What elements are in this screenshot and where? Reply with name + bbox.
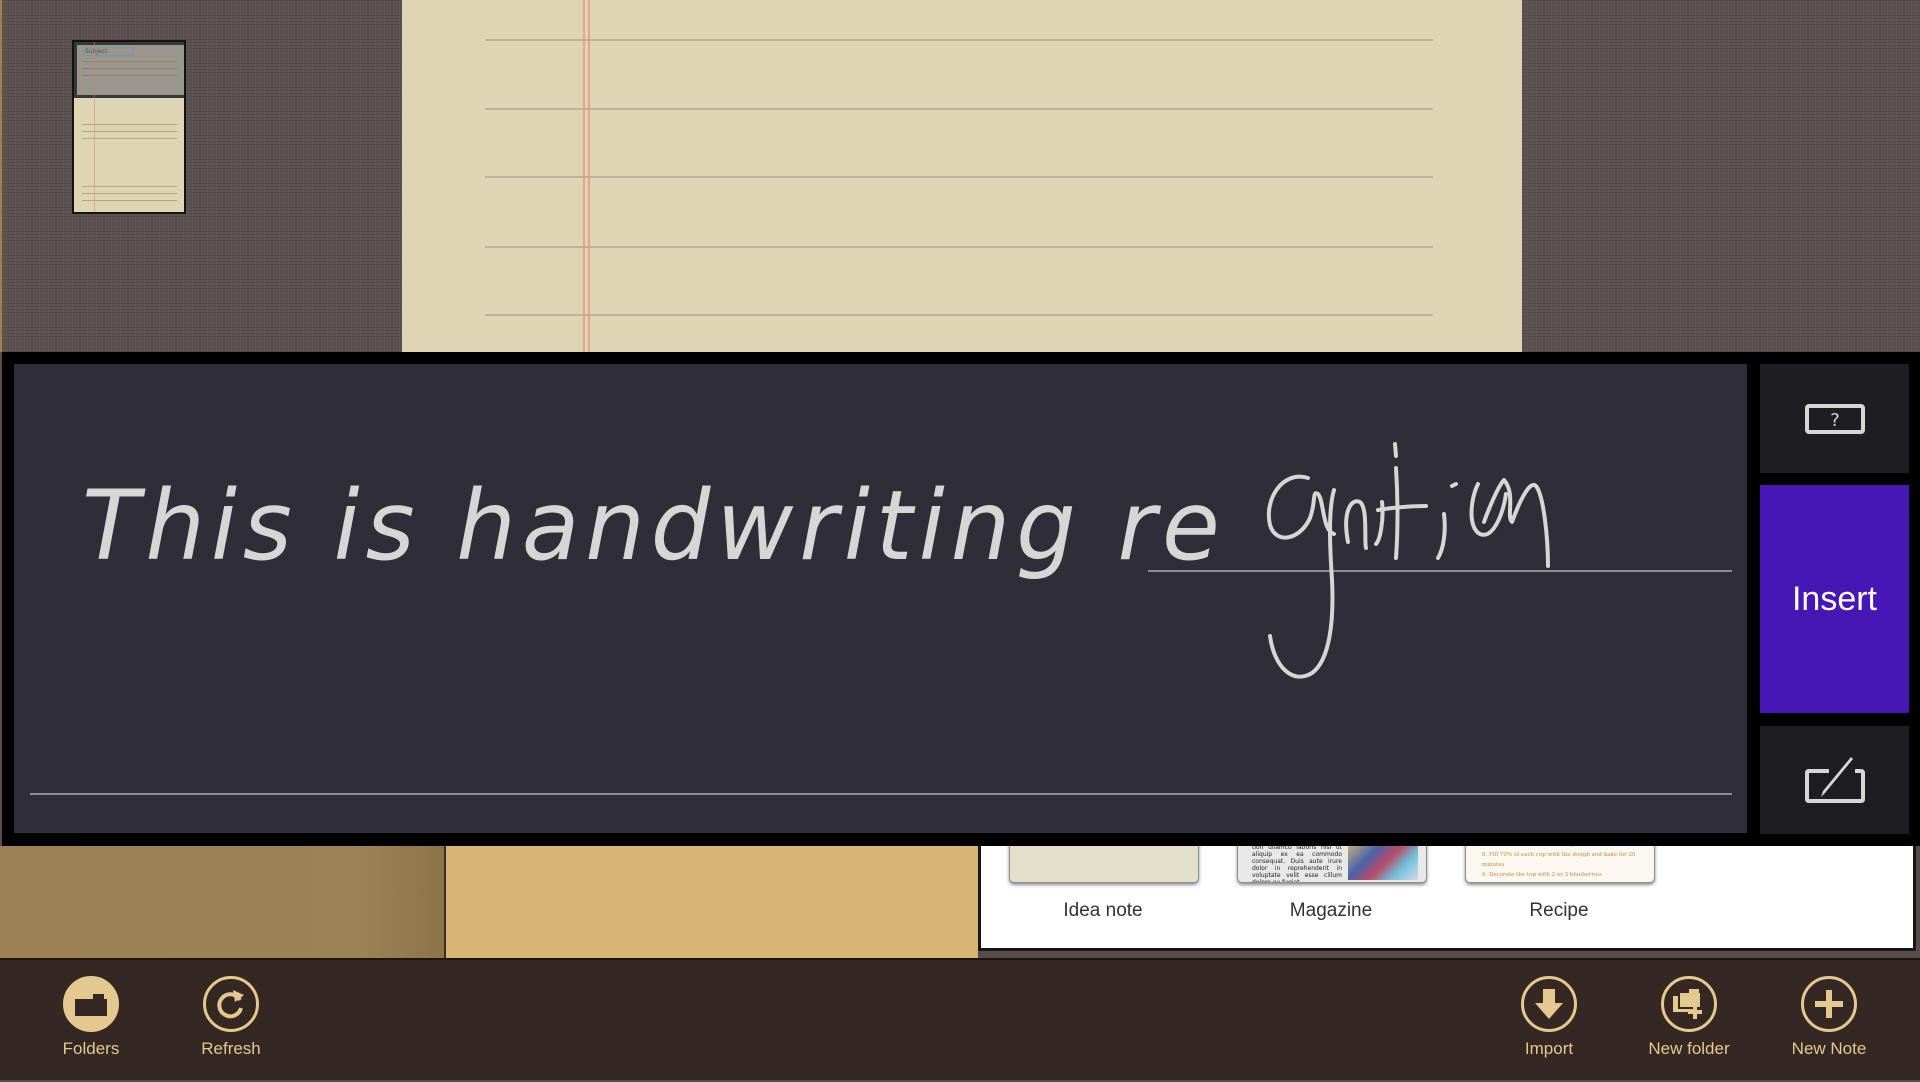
import-button[interactable]: Import: [1489, 960, 1609, 1082]
app-bar: Folders Refresh Import New folder New No…: [0, 958, 1920, 1080]
note-paper[interactable]: [402, 0, 1522, 352]
thumbnail-subject-field: Subject: [83, 47, 134, 56]
refresh-label: Refresh: [201, 1039, 261, 1058]
template-label-idea-note[interactable]: Idea note: [1009, 900, 1197, 922]
paper-margin-line: [588, 0, 590, 352]
thumbnail-margin-line: [94, 42, 95, 212]
recipe-step: 8. Fill 70% of each cup with the dough a…: [1482, 852, 1636, 868]
folders-button[interactable]: Folders: [31, 960, 151, 1082]
paper-rule-line: [485, 246, 1433, 248]
template-label-recipe[interactable]: Recipe: [1465, 900, 1653, 922]
thumbnail-line: [82, 193, 177, 194]
ink-stroke: [1450, 482, 1458, 488]
refresh-icon: [203, 976, 259, 1032]
handwriting-mode-button[interactable]: [1760, 726, 1909, 834]
page-thumbnail[interactable]: Subject: [72, 40, 186, 214]
thumbnail-line: [82, 61, 177, 62]
recognized-text: This is handwriting re: [82, 470, 1226, 582]
folders-label: Folders: [62, 1039, 120, 1058]
download-icon: [1521, 976, 1577, 1032]
thumbnail-line: [82, 75, 177, 76]
folder-icon: [63, 976, 119, 1032]
new-folder-icon: [1661, 976, 1717, 1032]
refresh-button[interactable]: Refresh: [171, 960, 291, 1082]
paper-rule-line: [485, 176, 1433, 178]
thumbnail-line: [82, 138, 177, 139]
ink-stroke: [1482, 478, 1550, 568]
thumbnail-line: [82, 124, 177, 125]
new-note-button[interactable]: New Note: [1769, 960, 1889, 1082]
notes-panel-background: [446, 846, 978, 958]
import-label: Import: [1524, 1039, 1574, 1058]
left-edge-strip: [0, 0, 2, 352]
svg-text:?: ?: [1830, 410, 1840, 431]
thumbnail-line: [82, 68, 177, 69]
recipe-preview-steps: 7. Mix Blueberries with the dough 8. Fil…: [1482, 840, 1652, 880]
plus-icon: [1801, 976, 1857, 1032]
question-box-icon: ?: [1804, 403, 1865, 434]
ink-stroke: [1436, 512, 1447, 560]
template-chooser: Idea note tion ullamco laboris nisi ut a…: [978, 838, 1916, 951]
ink-stroke: [1266, 474, 1336, 540]
thumbnail-header: Subject: [74, 42, 184, 98]
thumbnail-line: [82, 200, 177, 201]
ink-stroke: [1394, 466, 1400, 560]
thumbnail-line: [82, 131, 177, 132]
recipe-step: 9. Decorate the top with 2 or 3 blueberr…: [1482, 872, 1602, 878]
handwriting-help-button[interactable]: ?: [1760, 364, 1909, 473]
insert-button[interactable]: Insert: [1760, 485, 1909, 713]
paper-rule-line: [485, 108, 1433, 110]
thumbnail-line: [82, 186, 177, 187]
ink-stroke: [1393, 442, 1398, 458]
pen-box-icon: [1804, 757, 1865, 803]
paper-rule-line: [485, 39, 1433, 41]
paper-rule-line: [485, 314, 1433, 316]
new-note-label: New Note: [1791, 1039, 1867, 1058]
template-label-magazine[interactable]: Magazine: [1237, 900, 1425, 922]
writing-baseline: [30, 793, 1732, 795]
magazine-preview-text: tion ullamco laboris nisi ut aliquip ex …: [1252, 844, 1342, 883]
handwriting-ink-strokes: [1266, 442, 1550, 679]
ink-stroke: [1376, 504, 1428, 512]
new-folder-button[interactable]: New folder: [1629, 960, 1749, 1082]
paper-margin-line: [583, 0, 585, 352]
ink-stroke: [1344, 499, 1368, 550]
new-folder-label: New folder: [1648, 1039, 1730, 1058]
folder-panel-background: [0, 846, 446, 958]
